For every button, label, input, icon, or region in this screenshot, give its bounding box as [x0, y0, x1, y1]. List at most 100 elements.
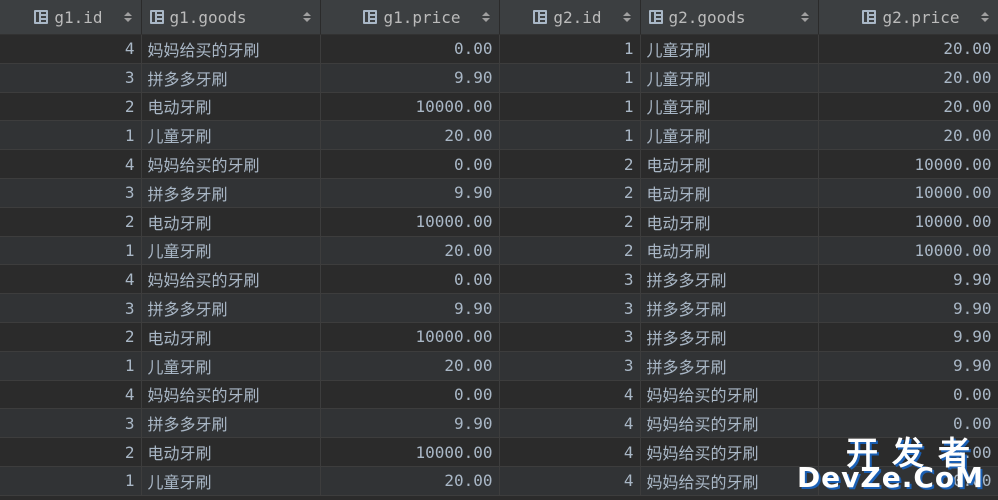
g1-goods-cell[interactable]: 儿童牙刷 [141, 120, 321, 151]
g1-goods-cell[interactable]: 妈妈给买的牙刷 [141, 149, 321, 179]
g2-id-cell[interactable]: 3 [499, 351, 641, 381]
g2-goods-cell[interactable]: 儿童牙刷 [640, 92, 819, 122]
g2-goods-cell[interactable]: 妈妈给买的牙刷 [640, 380, 819, 410]
g2-price-cell[interactable]: 0.00 [818, 380, 998, 410]
g2-price-cell[interactable]: 9.90 [818, 322, 998, 352]
table-row[interactable]: 3 拼多多牙刷 9.90 2 电动牙刷 10000.00 [0, 178, 998, 208]
column-header-g1-goods[interactable]: g1.goods [141, 0, 321, 35]
sort-icon[interactable] [980, 10, 990, 24]
g2-goods-cell[interactable]: 拼多多牙刷 [640, 322, 819, 352]
column-header-g1-id[interactable]: g1.id [0, 0, 142, 35]
g2-price-cell[interactable]: 10000.00 [818, 236, 998, 266]
g2-id-cell[interactable]: 2 [499, 236, 641, 266]
g2-price-cell[interactable]: 9.90 [818, 264, 998, 295]
g2-price-cell[interactable]: 20.00 [818, 92, 998, 122]
g1-id-cell[interactable]: 3 [0, 178, 142, 208]
g2-price-cell[interactable]: 20.00 [818, 63, 998, 93]
table-row[interactable]: 4 妈妈给买的牙刷 0.00 2 电动牙刷 10000.00 [0, 149, 998, 179]
g1-goods-cell[interactable]: 儿童牙刷 [141, 236, 321, 266]
g2-goods-cell[interactable]: 儿童牙刷 [640, 63, 819, 93]
g1-goods-cell[interactable]: 妈妈给买的牙刷 [141, 380, 321, 410]
sort-icon[interactable] [302, 10, 312, 24]
g1-id-cell[interactable]: 1 [0, 120, 142, 151]
g2-goods-cell[interactable]: 妈妈给买的牙刷 [640, 466, 819, 496]
g1-goods-cell[interactable]: 拼多多牙刷 [141, 178, 321, 208]
g2-goods-cell[interactable]: 电动牙刷 [640, 236, 819, 266]
table-row[interactable]: 2 电动牙刷 10000.00 2 电动牙刷 10000.00 [0, 207, 998, 237]
table-row[interactable]: 3 拼多多牙刷 9.90 1 儿童牙刷 20.00 [0, 63, 998, 93]
g2-goods-cell[interactable]: 儿童牙刷 [640, 120, 819, 151]
g1-id-cell[interactable]: 2 [0, 437, 142, 467]
g1-price-cell[interactable]: 20.00 [320, 120, 500, 151]
g1-price-cell[interactable]: 9.90 [320, 408, 500, 439]
g2-goods-cell[interactable]: 拼多多牙刷 [640, 351, 819, 381]
g1-goods-cell[interactable]: 拼多多牙刷 [141, 293, 321, 323]
table-row[interactable]: 4 妈妈给买的牙刷 0.00 1 儿童牙刷 20.00 [0, 34, 998, 64]
g1-id-cell[interactable]: 1 [0, 236, 142, 266]
g1-goods-cell[interactable]: 儿童牙刷 [141, 466, 321, 496]
g1-price-cell[interactable]: 0.00 [320, 380, 500, 410]
g1-id-cell[interactable]: 4 [0, 149, 142, 179]
g1-id-cell[interactable]: 3 [0, 408, 142, 439]
g2-price-cell[interactable]: 20.00 [818, 34, 998, 64]
g1-goods-cell[interactable]: 拼多多牙刷 [141, 408, 321, 439]
g1-price-cell[interactable]: 0.00 [320, 34, 500, 64]
g2-id-cell[interactable]: 1 [499, 92, 641, 122]
g2-id-cell[interactable]: 4 [499, 408, 641, 439]
g1-price-cell[interactable]: 10000.00 [320, 92, 500, 122]
g2-id-cell[interactable]: 2 [499, 178, 641, 208]
g1-price-cell[interactable]: 10000.00 [320, 437, 500, 467]
column-header-g2-goods[interactable]: g2.goods [640, 0, 819, 35]
g2-id-cell[interactable]: 4 [499, 380, 641, 410]
g1-goods-cell[interactable]: 妈妈给买的牙刷 [141, 34, 321, 64]
g2-price-cell[interactable]: 0.00 [818, 437, 998, 467]
g1-goods-cell[interactable]: 妈妈给买的牙刷 [141, 264, 321, 295]
g2-id-cell[interactable]: 1 [499, 34, 641, 64]
g2-id-cell[interactable]: 3 [499, 293, 641, 323]
g2-price-cell[interactable]: 10000.00 [818, 207, 998, 237]
g1-id-cell[interactable]: 4 [0, 34, 142, 64]
g2-id-cell[interactable]: 4 [499, 437, 641, 467]
g1-id-cell[interactable]: 2 [0, 207, 142, 237]
g2-price-cell[interactable]: 10000.00 [818, 178, 998, 208]
g2-id-cell[interactable]: 4 [499, 466, 641, 496]
g2-goods-cell[interactable]: 拼多多牙刷 [640, 264, 819, 295]
g1-goods-cell[interactable]: 拼多多牙刷 [141, 63, 321, 93]
g2-goods-cell[interactable]: 电动牙刷 [640, 207, 819, 237]
table-row[interactable]: 2 电动牙刷 10000.00 4 妈妈给买的牙刷 0.00 [0, 437, 998, 467]
g2-id-cell[interactable]: 3 [499, 264, 641, 295]
sort-icon[interactable] [481, 10, 491, 24]
g1-goods-cell[interactable]: 电动牙刷 [141, 322, 321, 352]
g1-price-cell[interactable]: 9.90 [320, 63, 500, 93]
g2-goods-cell[interactable]: 儿童牙刷 [640, 34, 819, 64]
g1-goods-cell[interactable]: 儿童牙刷 [141, 351, 321, 381]
g1-goods-cell[interactable]: 电动牙刷 [141, 92, 321, 122]
table-row[interactable]: 4 妈妈给买的牙刷 0.00 3 拼多多牙刷 9.90 [0, 264, 998, 295]
g1-id-cell[interactable]: 1 [0, 351, 142, 381]
g1-price-cell[interactable]: 20.00 [320, 236, 500, 266]
g1-price-cell[interactable]: 20.00 [320, 466, 500, 496]
g1-id-cell[interactable]: 1 [0, 466, 142, 496]
g1-id-cell[interactable]: 3 [0, 293, 142, 323]
g1-goods-cell[interactable]: 电动牙刷 [141, 437, 321, 467]
g2-goods-cell[interactable]: 拼多多牙刷 [640, 293, 819, 323]
table-row[interactable]: 2 电动牙刷 10000.00 1 儿童牙刷 20.00 [0, 92, 998, 122]
g1-price-cell[interactable]: 20.00 [320, 351, 500, 381]
g1-id-cell[interactable]: 2 [0, 322, 142, 352]
g2-price-cell[interactable]: 9.90 [818, 293, 998, 323]
column-header-g2-id[interactable]: g2.id [499, 0, 641, 35]
table-row[interactable]: 1 儿童牙刷 20.00 4 妈妈给买的牙刷 0.00 [0, 466, 998, 496]
g2-price-cell[interactable]: 10000.00 [818, 149, 998, 179]
g1-price-cell[interactable]: 9.90 [320, 293, 500, 323]
g1-price-cell[interactable]: 10000.00 [320, 322, 500, 352]
sort-icon[interactable] [800, 10, 810, 24]
table-row[interactable]: 1 儿童牙刷 20.00 1 儿童牙刷 20.00 [0, 120, 998, 151]
column-header-g2-price[interactable]: g2.price [818, 0, 998, 35]
g1-goods-cell[interactable]: 电动牙刷 [141, 207, 321, 237]
g2-goods-cell[interactable]: 电动牙刷 [640, 149, 819, 179]
g1-price-cell[interactable]: 0.00 [320, 149, 500, 179]
g1-id-cell[interactable]: 4 [0, 380, 142, 410]
g2-id-cell[interactable]: 1 [499, 63, 641, 93]
g2-price-cell[interactable]: 0.00 [818, 466, 998, 496]
g2-goods-cell[interactable]: 妈妈给买的牙刷 [640, 408, 819, 439]
